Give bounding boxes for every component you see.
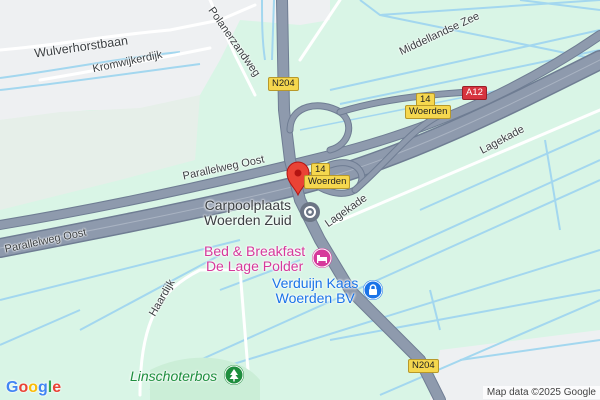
exit-shield-woerden-north: Woerden xyxy=(405,105,452,119)
logo-letter: o xyxy=(18,379,29,396)
poi-label-bed-breakfast[interactable]: Bed & Breakfast De Lage Polder xyxy=(204,244,305,274)
map-base-layer xyxy=(0,0,600,400)
tree-icon[interactable] xyxy=(224,365,244,385)
logo-letter: e xyxy=(52,379,62,396)
poi-label-linschoterbos[interactable]: Linschoterbos xyxy=(130,369,217,384)
route-shield-a12: A12 xyxy=(462,86,487,100)
bed-icon[interactable] xyxy=(312,248,332,268)
logo-letter: g xyxy=(38,379,48,396)
google-logo: Google xyxy=(6,379,61,397)
logo-letter: G xyxy=(6,379,19,396)
carpool-target-icon[interactable] xyxy=(300,202,320,222)
exit-shield-woerden-center: Woerden xyxy=(304,175,351,189)
map-view[interactable]: Wulverhorstbaan Kromwijkerdijk Polanerza… xyxy=(0,0,600,400)
lock-bag-icon[interactable] xyxy=(363,280,383,300)
route-shield-n204-south: N204 xyxy=(408,359,439,373)
poi-label-verduijn-kaas[interactable]: Verduijn Kaas Woerden BV xyxy=(272,276,358,306)
poi-label-carpoolplaats[interactable]: Carpoolplaats Woerden Zuid xyxy=(204,198,292,228)
route-shield-n204-north: N204 xyxy=(268,77,299,91)
logo-letter: o xyxy=(28,379,39,396)
map-attribution[interactable]: Map data ©2025 Google xyxy=(482,386,600,399)
